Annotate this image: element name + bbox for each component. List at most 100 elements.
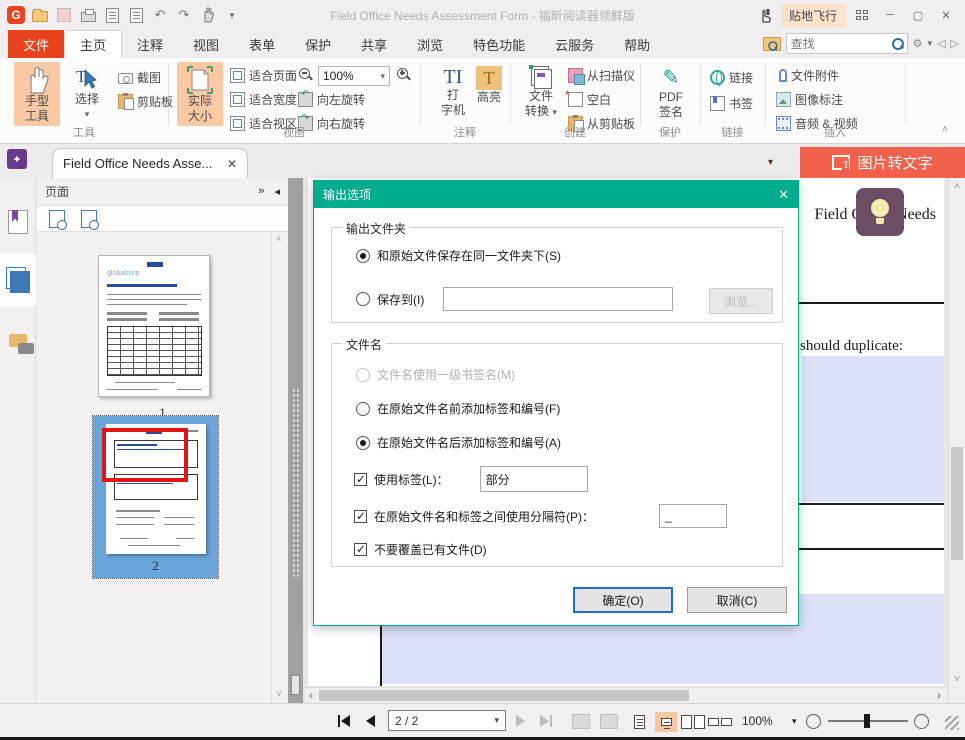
dialog-title-bar[interactable]: 输出选项 ✕ xyxy=(314,181,798,208)
search-in-folder-icon[interactable] xyxy=(763,37,781,51)
panel-splitter[interactable] xyxy=(288,178,303,703)
thumbnail-scroll-up-icon[interactable]: ˄ xyxy=(272,234,285,244)
tab-browse[interactable]: 浏览 xyxy=(402,30,458,58)
scroll-right-icon[interactable]: › xyxy=(937,688,941,703)
previous-view-icon[interactable] xyxy=(572,712,590,730)
toolbar-dropdown-icon[interactable]: ▾ xyxy=(222,5,242,25)
print-icon[interactable] xyxy=(78,5,98,25)
zoom-out-button[interactable] xyxy=(806,712,821,730)
bookmarks-panel-icon[interactable] xyxy=(0,196,36,248)
search-settings-dropdown-icon[interactable]: ▾ xyxy=(928,38,933,49)
tab-help[interactable]: 帮助 xyxy=(609,30,665,58)
bookmark-button[interactable]: 书签 xyxy=(710,94,753,112)
highlight-button[interactable]: T 高亮 xyxy=(466,62,512,126)
find-next-icon[interactable]: ▷ xyxy=(951,37,959,50)
open-file-icon[interactable] xyxy=(30,5,50,25)
tab-protect[interactable]: 保护 xyxy=(290,30,346,58)
checkbox-no-overwrite[interactable] xyxy=(354,543,367,556)
tab-share[interactable]: 共享 xyxy=(346,30,402,58)
tab-comment[interactable]: 注释 xyxy=(122,30,178,58)
snapshot-button[interactable]: 截图 xyxy=(118,68,161,86)
link-button[interactable]: 链接 xyxy=(710,68,753,86)
search-icon[interactable] xyxy=(891,37,904,50)
close-tab-icon[interactable]: ✕ xyxy=(227,157,237,171)
save-to-path-input[interactable] xyxy=(443,287,673,311)
find-previous-icon[interactable]: ◁ xyxy=(937,37,945,50)
blank-page-button[interactable]: 空白 xyxy=(568,90,611,108)
resize-grip[interactable] xyxy=(945,716,959,730)
tab-list-dropdown-icon[interactable]: ▾ xyxy=(768,157,773,168)
radio-bookmark-name[interactable] xyxy=(356,368,370,382)
next-view-icon[interactable] xyxy=(600,712,618,730)
collapse-panel-icon[interactable]: ◂ xyxy=(274,185,280,198)
rotate-left-button[interactable]: 向左旋转 xyxy=(298,90,365,108)
zoom-out-icon[interactable] xyxy=(298,66,314,84)
continuous-layout-icon[interactable] xyxy=(655,712,677,732)
pages-panel-icon[interactable] xyxy=(0,254,36,306)
search-settings-icon[interactable]: ⚙ xyxy=(913,37,923,50)
search-input[interactable] xyxy=(787,37,891,51)
label-value-input[interactable] xyxy=(480,466,588,492)
facing-layout-icon[interactable] xyxy=(682,712,704,732)
tab-features[interactable]: 特色功能 xyxy=(458,30,540,58)
radio-row-append[interactable]: 在原始文件名后添加标签和编号(A) xyxy=(356,434,561,451)
checkbox-row-no-overwrite[interactable]: 不要覆盖已有文件(D) xyxy=(354,541,487,558)
radio-row-prepend[interactable]: 在原始文件名前添加标签和编号(F) xyxy=(356,400,560,417)
tab-view[interactable]: 视图 xyxy=(178,30,234,58)
image-to-text-banner[interactable]: 图片转文字 xyxy=(800,147,965,178)
next-page-button[interactable] xyxy=(516,712,525,730)
zoom-dropdown-icon[interactable]: ▾ xyxy=(792,712,797,730)
fit-page-button[interactable]: 适合页面 xyxy=(230,66,297,84)
fit-width-button[interactable]: 适合宽度 xyxy=(230,90,297,108)
separator-input[interactable] xyxy=(659,504,727,528)
continuous-facing-layout-icon[interactable] xyxy=(709,712,731,732)
red-rectangle-annotation[interactable] xyxy=(102,428,188,482)
touch-mode-icon[interactable] xyxy=(755,5,775,25)
from-scanner-button[interactable]: 从扫描仪 xyxy=(568,66,635,84)
radio-row-same-folder[interactable]: 和原始文件保存在同一文件夹下(S) xyxy=(356,247,561,264)
previous-page-button[interactable] xyxy=(366,712,375,730)
browse-button[interactable]: 浏览... xyxy=(709,288,773,314)
undo-icon[interactable]: ↶ xyxy=(150,5,170,25)
assistant-lightbulb-button[interactable] xyxy=(856,188,904,236)
email-icon[interactable] xyxy=(102,5,122,25)
pdf-sign-button[interactable]: ✎ PDF 签名 xyxy=(648,62,694,126)
vertical-scroll-thumb[interactable] xyxy=(951,447,963,560)
tab-file[interactable]: 文件 xyxy=(8,30,64,58)
scroll-up-icon[interactable]: ˄ xyxy=(949,181,965,192)
app-mini-logo-icon[interactable]: ✦ xyxy=(7,149,27,169)
radio-row-bookmark-name[interactable]: 文件名使用一级书签名(M) xyxy=(356,366,515,383)
comments-panel-icon[interactable] xyxy=(0,314,36,366)
zoom-level-combo[interactable]: 100% ▾ xyxy=(318,66,390,86)
horizontal-scrollbar[interactable]: ‹ › xyxy=(305,687,947,703)
zoom-in-icon[interactable] xyxy=(396,66,412,84)
page1-thumbnail[interactable]: globalcorp xyxy=(98,255,210,397)
collapse-ribbon-icon[interactable]: ˄ xyxy=(942,124,948,135)
document-tab[interactable]: Field Office Needs Asse... ✕ xyxy=(52,148,248,178)
last-page-button[interactable] xyxy=(540,712,552,730)
actual-size-button[interactable]: 实际 大小 xyxy=(177,62,223,126)
flight-mode-button[interactable]: 贴地飞行 xyxy=(781,4,845,27)
tab-form[interactable]: 表单 xyxy=(234,30,290,58)
page2-selection[interactable]: 2 xyxy=(93,416,218,578)
foxit-logo-icon[interactable]: G xyxy=(6,5,26,25)
new-document-icon[interactable] xyxy=(126,5,146,25)
form-field-highlight[interactable] xyxy=(802,356,944,502)
checkbox-separator[interactable] xyxy=(354,510,367,523)
image-annotation-button[interactable]: 图像标注 xyxy=(776,90,843,108)
zoom-slider[interactable] xyxy=(828,720,908,722)
zoom-in-button[interactable] xyxy=(914,712,929,730)
radio-save-to[interactable] xyxy=(356,292,370,306)
first-page-button[interactable] xyxy=(338,712,350,730)
expand-panel-icon[interactable]: » xyxy=(258,185,264,198)
select-tool-button[interactable]: T 选择 ▾ xyxy=(64,62,110,126)
close-button[interactable]: ✕ xyxy=(935,5,957,25)
redo-icon[interactable]: ↷ xyxy=(174,5,194,25)
thumbnail-scrollbar[interactable]: ˄ ˅ xyxy=(271,232,285,703)
scroll-left-icon[interactable]: ‹ xyxy=(309,688,313,703)
save-icon[interactable] xyxy=(54,5,74,25)
cancel-button[interactable]: 取消(C) xyxy=(687,587,787,613)
fullscreen-icon[interactable] xyxy=(851,5,873,25)
single-page-layout-icon[interactable] xyxy=(628,712,650,732)
checkbox-row-use-label[interactable]: 使用标签(L)： xyxy=(354,466,588,492)
